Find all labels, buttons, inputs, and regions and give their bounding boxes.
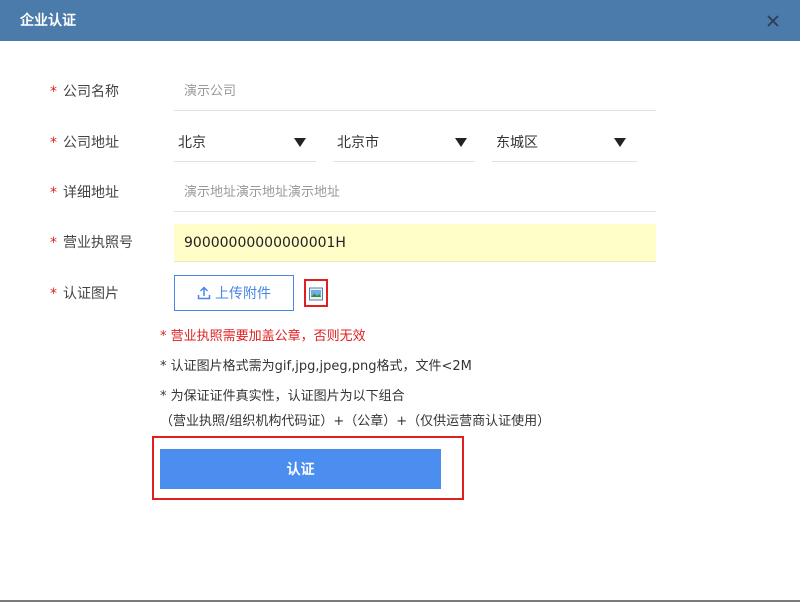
caret-down-icon [614, 138, 626, 147]
caret-down-icon [455, 138, 467, 147]
submit-button[interactable]: 认证 [160, 449, 441, 489]
city-value: 北京市 [337, 135, 379, 151]
required-mark: * [50, 235, 57, 251]
district-value: 东城区 [496, 135, 538, 151]
company-address-label: * 公司地址 [50, 133, 119, 153]
detail-address-input[interactable] [174, 174, 656, 212]
dialog-title: 企业认证 [20, 13, 76, 29]
required-mark: * [50, 84, 57, 100]
caret-down-icon [294, 138, 306, 147]
upload-attachment-button[interactable]: 上传附件 [174, 275, 294, 311]
company-name-label-text: 公司名称 [63, 84, 119, 100]
upload-button-label: 上传附件 [215, 286, 271, 302]
district-select[interactable]: 东城区 [492, 124, 637, 162]
company-name-label: * 公司名称 [50, 82, 119, 102]
company-address-label-text: 公司地址 [63, 135, 119, 151]
cert-image-label: * 认证图片 [50, 284, 119, 304]
combo-rule-detail: （营业执照/组织机构代码证）+（公章）+（仅供运营商认证使用） [160, 414, 551, 429]
format-rule-note: * 认证图片格式需为gif,jpg,jpeg,png格式，文件<2M [160, 359, 472, 374]
upload-icon [197, 286, 211, 300]
required-mark: * [50, 135, 57, 151]
detail-address-label: * 详细地址 [50, 183, 119, 203]
city-select[interactable]: 北京市 [333, 124, 475, 162]
required-mark: * [50, 286, 57, 302]
province-value: 北京 [178, 135, 206, 151]
license-no-input[interactable] [174, 224, 656, 262]
license-no-label: * 营业执照号 [50, 233, 133, 253]
detail-address-label-text: 详细地址 [63, 185, 119, 201]
stamp-warning-note: * 营业执照需要加盖公章，否则无效 [160, 329, 366, 344]
combo-rule-note: * 为保证证件真实性，认证图片为以下组合 [160, 389, 405, 404]
cert-image-label-text: 认证图片 [63, 286, 119, 302]
province-select[interactable]: 北京 [174, 124, 316, 162]
image-thumbnail[interactable] [304, 279, 328, 307]
license-no-label-text: 营业执照号 [63, 235, 133, 251]
close-icon[interactable] [762, 10, 784, 32]
required-mark: * [50, 185, 57, 201]
company-name-input[interactable] [174, 73, 656, 111]
image-icon [309, 287, 323, 301]
dialog-titlebar: 企业认证 [0, 0, 800, 41]
